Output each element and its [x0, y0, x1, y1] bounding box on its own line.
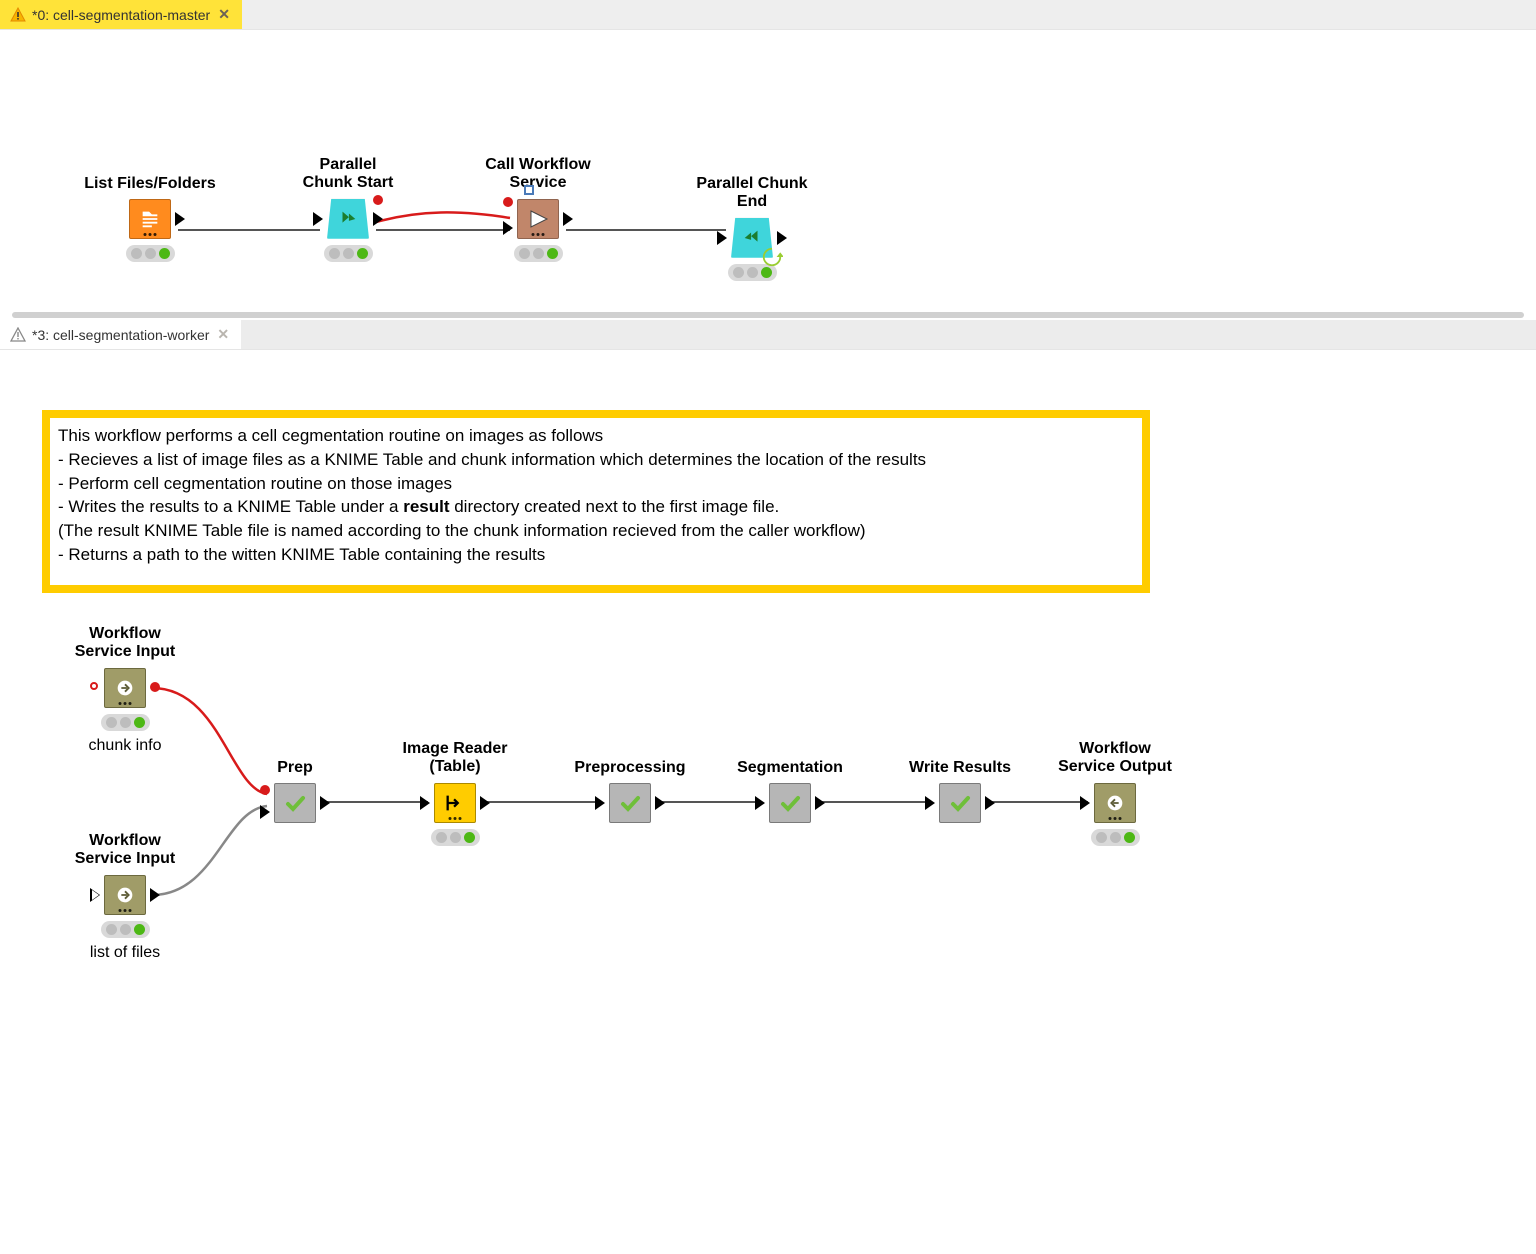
- close-icon[interactable]: ✕: [216, 6, 232, 23]
- node-preprocessing[interactable]: Preprocessing: [560, 759, 700, 823]
- output-port[interactable]: [815, 796, 825, 810]
- output-port[interactable]: [563, 212, 573, 226]
- status-lights: [324, 245, 373, 262]
- panel-worker: *3: cell-segmentation-worker ✕ This work…: [0, 320, 1536, 1030]
- input-port[interactable]: [755, 796, 765, 810]
- node-label: Workflow Service Input: [55, 832, 195, 869]
- node-label: Call Workflow Service: [468, 156, 608, 193]
- workflow-canvas-worker[interactable]: This workflow performs a cell cegmentati…: [0, 350, 1536, 1030]
- node-list-files[interactable]: List Files/Folders: [80, 175, 220, 262]
- tab-master[interactable]: *0: cell-segmentation-master ✕: [0, 0, 242, 29]
- tab-bar-bottom: *3: cell-segmentation-worker ✕: [0, 320, 1536, 350]
- input-port[interactable]: [90, 888, 100, 902]
- node-write-results[interactable]: Write Results: [890, 759, 1030, 823]
- flowvar-out-port[interactable]: [150, 682, 160, 692]
- tab-bar-top: *0: cell-segmentation-master ✕: [0, 0, 1536, 30]
- output-port[interactable]: [777, 231, 787, 245]
- input-port[interactable]: [420, 796, 430, 810]
- annotation-box[interactable]: This workflow performs a cell cegmentati…: [42, 410, 1150, 593]
- tab-title: *3: cell-segmentation-worker: [32, 327, 209, 343]
- node-label: Prep: [225, 759, 365, 777]
- node-label: Image Reader (Table): [385, 740, 525, 777]
- output-port[interactable]: [150, 888, 160, 902]
- output-port[interactable]: [373, 212, 383, 226]
- output-port[interactable]: [175, 212, 185, 226]
- status-lights: [514, 245, 563, 262]
- annotation-line: This workflow performs a cell cegmentati…: [58, 424, 1134, 448]
- status-lights: [101, 714, 150, 731]
- input-port[interactable]: [503, 221, 513, 235]
- panel-master: *0: cell-segmentation-master ✕ List File…: [0, 0, 1536, 320]
- node-label: Parallel Chunk Start: [278, 156, 418, 193]
- node-label: List Files/Folders: [80, 175, 220, 193]
- workflow-port[interactable]: [524, 185, 534, 195]
- list-files-icon: [129, 199, 171, 239]
- call-workflow-icon: [517, 199, 559, 239]
- input-port[interactable]: [313, 212, 323, 226]
- service-output-icon: [1094, 783, 1136, 823]
- output-port[interactable]: [985, 796, 995, 810]
- chunk-start-icon: [327, 199, 369, 239]
- node-segmentation[interactable]: Segmentation: [720, 759, 860, 823]
- metanode-icon: [939, 783, 981, 823]
- input-port[interactable]: [925, 796, 935, 810]
- node-label: Workflow Service Input: [55, 625, 195, 662]
- status-lights: [1091, 829, 1140, 846]
- annotation-line: - Writes the results to a KNIME Table un…: [58, 495, 1134, 519]
- input-port[interactable]: [260, 805, 270, 819]
- node-label: Parallel Chunk End: [682, 175, 822, 212]
- flowvar-in-port[interactable]: [260, 785, 270, 795]
- node-label: Workflow Service Output: [1045, 740, 1185, 777]
- node-workflow-service-input-chunk[interactable]: Workflow Service Input chunk info: [55, 625, 195, 755]
- tab-title: *0: cell-segmentation-master: [32, 7, 210, 23]
- status-lights: [431, 829, 480, 846]
- tab-worker[interactable]: *3: cell-segmentation-worker ✕: [0, 320, 241, 349]
- node-parallel-chunk-start[interactable]: Parallel Chunk Start: [278, 156, 418, 262]
- metanode-icon: [769, 783, 811, 823]
- node-label: Write Results: [890, 759, 1030, 777]
- node-label: Preprocessing: [560, 759, 700, 777]
- node-parallel-chunk-end[interactable]: Parallel Chunk End: [682, 175, 822, 281]
- flowvar-in-port[interactable]: [503, 197, 513, 207]
- node-sublabel: chunk info: [55, 737, 195, 755]
- loop-arrow-icon: [761, 246, 783, 268]
- metanode-icon: [274, 783, 316, 823]
- workflow-canvas-master[interactable]: List Files/Folders Parallel Chunk Start: [0, 30, 1536, 320]
- annotation-line: - Perform cell cegmentation routine on t…: [58, 472, 1134, 496]
- node-call-workflow-service[interactable]: Call Workflow Service: [468, 156, 608, 262]
- node-workflow-service-output[interactable]: Workflow Service Output: [1045, 740, 1185, 846]
- metanode-icon: [609, 783, 651, 823]
- status-lights: [101, 921, 150, 938]
- node-label: Segmentation: [720, 759, 860, 777]
- service-input-icon: [104, 875, 146, 915]
- node-sublabel: list of files: [55, 944, 195, 962]
- flowvar-out-port[interactable]: [373, 195, 383, 205]
- flowvar-in-port[interactable]: [90, 682, 98, 690]
- output-port[interactable]: [320, 796, 330, 810]
- warning-icon: [10, 7, 26, 23]
- input-port[interactable]: [717, 231, 727, 245]
- input-port[interactable]: [595, 796, 605, 810]
- output-port[interactable]: [480, 796, 490, 810]
- annotation-line: (The result KNIME Table file is named ac…: [58, 519, 1134, 543]
- close-icon[interactable]: ✕: [215, 326, 231, 343]
- annotation-line: - Recieves a list of image files as a KN…: [58, 448, 1134, 472]
- node-prep[interactable]: Prep: [225, 759, 365, 823]
- node-image-reader[interactable]: Image Reader (Table): [385, 740, 525, 846]
- horizontal-scrollbar[interactable]: [12, 312, 1524, 318]
- warning-icon: [10, 327, 26, 343]
- output-port[interactable]: [655, 796, 665, 810]
- service-input-icon: [104, 668, 146, 708]
- image-reader-icon: [434, 783, 476, 823]
- node-workflow-service-input-list[interactable]: Workflow Service Input list of files: [55, 832, 195, 962]
- annotation-line: - Returns a path to the witten KNIME Tab…: [58, 543, 1134, 567]
- input-port[interactable]: [1080, 796, 1090, 810]
- status-lights: [126, 245, 175, 262]
